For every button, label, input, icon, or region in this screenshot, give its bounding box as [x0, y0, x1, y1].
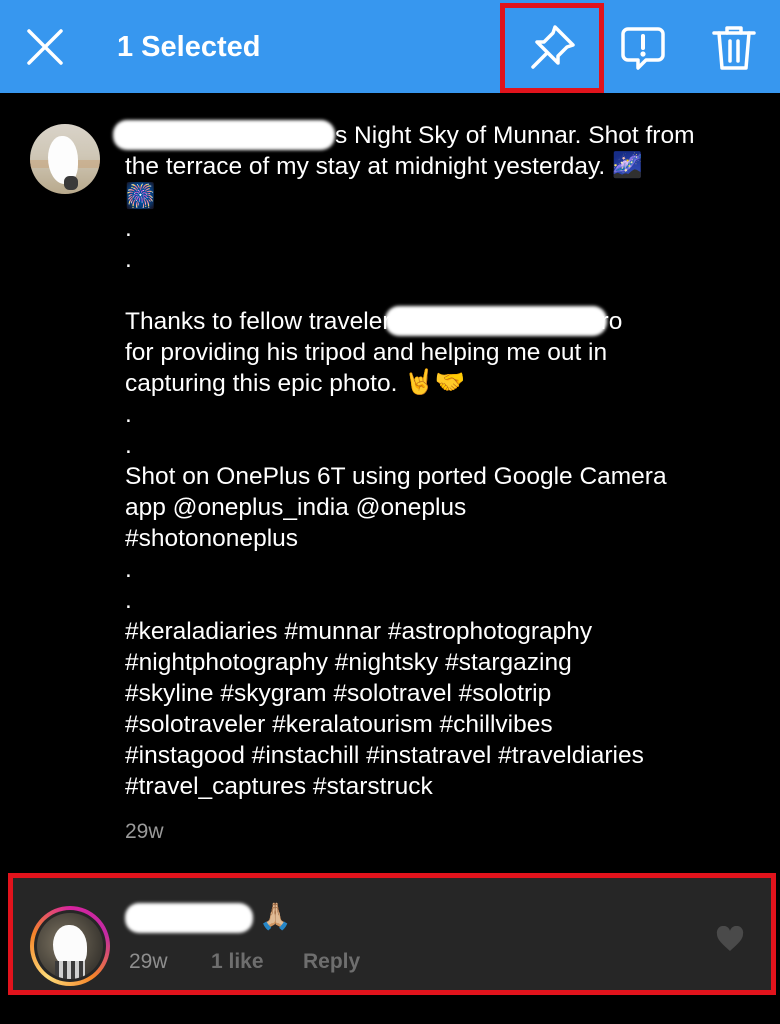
redacted-username: [113, 119, 335, 150]
caption-line: .: [125, 587, 132, 614]
comment-timestamp: 29w: [129, 950, 168, 973]
caption-line: .: [125, 246, 132, 273]
caption-line: the terrace of my stay at midnight yeste…: [125, 152, 643, 180]
reply-button[interactable]: Reply: [303, 948, 360, 976]
caption-line: app @oneplus_india @oneplus: [125, 494, 467, 521]
close-icon[interactable]: [24, 26, 66, 68]
selected-comment[interactable]: 🙏🏼 29w 1 like Reply: [8, 873, 776, 995]
trash-icon[interactable]: [710, 23, 758, 73]
caption-line: s Night Sky of Munnar. Shot from: [113, 119, 735, 151]
caption-line: for providing his tripod and helping me …: [125, 339, 608, 366]
caption-line: #skyline #skygram #solotravel #solotrip: [125, 680, 552, 707]
caption-line: #solotraveler #keralatourism #chillvibes: [125, 711, 553, 738]
milky-way-emoji: 🌌: [612, 152, 643, 180]
caption-line: .: [125, 556, 132, 583]
caption-line: .: [125, 432, 132, 459]
caption-line: #shotononeplus: [125, 525, 299, 552]
redacted-commenter-name[interactable]: [125, 903, 253, 933]
comment-text: 🙏🏼: [259, 901, 292, 931]
caption-line: .: [125, 215, 132, 242]
pin-comment-button[interactable]: [500, 3, 604, 93]
caption-line: [125, 275, 735, 306]
selection-toolbar: 1 Selected: [0, 0, 780, 93]
rock-handshake-emoji: 🤘🤝: [404, 369, 466, 397]
post-caption: s Night Sky of Munnar. Shot from the ter…: [113, 119, 735, 802]
author-avatar[interactable]: [30, 124, 100, 194]
night-city-emoji: 🎆: [125, 183, 156, 211]
caption-line: .: [125, 401, 132, 428]
comment-likes-link[interactable]: 1 like: [211, 948, 264, 976]
caption-line: #instagood #instachill #instatravel #tra…: [125, 742, 644, 769]
caption-line: 🎆: [125, 182, 735, 213]
heart-icon[interactable]: [716, 926, 744, 952]
selection-count-title: 1 Selected: [117, 31, 261, 63]
caption-line: capturing this epic photo. 🤘🤝: [125, 369, 466, 397]
commenter-avatar[interactable]: [30, 906, 110, 986]
caption-line: Thanks to fellow traveler ro: [125, 305, 735, 337]
caption-line: #keraladiaries #munnar #astrophotography: [125, 618, 593, 645]
redacted-mention: [384, 305, 607, 336]
pin-icon: [531, 25, 575, 69]
report-icon[interactable]: [618, 23, 668, 73]
caption-line: #nightphotography #nightsky #stargazing: [125, 649, 572, 676]
caption-timestamp: 29w: [125, 820, 164, 843]
caption-line: #travel_captures #starstruck: [125, 773, 433, 800]
caption-line: Shot on OnePlus 6T using ported Google C…: [125, 463, 667, 490]
